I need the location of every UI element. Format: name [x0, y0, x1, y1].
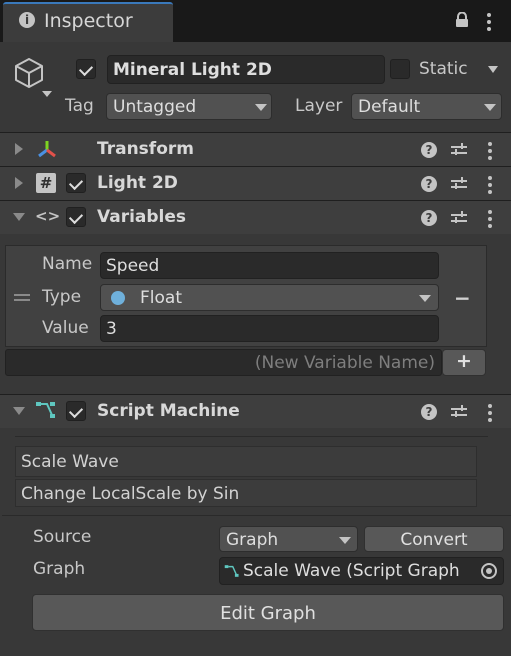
script-machine-title: Script Machine — [97, 401, 240, 421]
component-menu-icon[interactable] — [488, 404, 492, 425]
remove-variable-button[interactable]: − — [454, 286, 471, 310]
layer-dropdown[interactable]: Default — [351, 93, 502, 120]
checkmark-icon — [68, 209, 84, 225]
lock-icon[interactable] — [455, 11, 469, 28]
checkmark-icon — [68, 403, 84, 419]
var-type-label: Type — [42, 287, 82, 307]
tag-label: Tag — [65, 96, 94, 116]
icon-dropdown-caret-icon[interactable] — [42, 91, 52, 97]
transform-title: Transform — [97, 139, 194, 159]
object-picker-icon[interactable] — [481, 563, 497, 579]
info-icon: i — [19, 12, 35, 28]
script-hash-icon: # — [36, 173, 56, 193]
presets-icon[interactable] — [451, 404, 467, 420]
tag-dropdown[interactable]: Untagged — [106, 93, 272, 120]
drag-handle-icon[interactable] — [14, 294, 30, 301]
static-checkbox[interactable] — [390, 59, 410, 79]
chevron-down-icon — [339, 537, 351, 544]
chevron-down-icon — [419, 295, 431, 302]
source-label: Source — [33, 527, 92, 547]
checkmark-icon — [68, 175, 84, 191]
new-variable-name-field[interactable]: (New Variable Name) — [5, 349, 442, 376]
active-checkbox[interactable] — [76, 59, 96, 79]
layer-label: Layer — [295, 96, 343, 116]
component-menu-icon[interactable] — [488, 210, 492, 231]
divider — [2, 515, 511, 516]
tag-value: Untagged — [113, 97, 197, 117]
fold-arrow-icon[interactable] — [15, 177, 23, 189]
source-dropdown[interactable]: Graph — [219, 526, 358, 552]
presets-icon[interactable] — [451, 142, 467, 158]
layer-value: Default — [358, 97, 421, 117]
script-graph-icon — [35, 400, 57, 425]
light2d-enabled-checkbox[interactable] — [66, 173, 86, 193]
presets-icon[interactable] — [451, 210, 467, 226]
var-value-label: Value — [42, 318, 89, 338]
graph-object-field[interactable]: Scale Wave (Script Graph — [219, 557, 504, 585]
help-icon[interactable]: ? — [421, 176, 437, 192]
var-name-field[interactable]: Speed — [100, 252, 439, 279]
fold-arrow-icon[interactable] — [13, 407, 25, 415]
tab-menu-icon[interactable] — [487, 13, 491, 34]
presets-icon[interactable] — [451, 176, 467, 192]
divider — [15, 436, 488, 437]
float-type-icon — [111, 291, 125, 305]
variables-title: Variables — [97, 207, 187, 227]
graph-summary-field[interactable]: Change LocalScale by Sin — [15, 479, 477, 507]
graph-label: Graph — [33, 559, 86, 579]
chevron-down-icon — [484, 104, 496, 111]
component-menu-icon[interactable] — [488, 176, 492, 197]
light2d-title: Light 2D — [97, 173, 178, 193]
graph-object-value: Scale Wave (Script Graph — [243, 561, 460, 581]
script-graph-asset-icon — [224, 563, 240, 584]
component-menu-icon[interactable] — [488, 142, 492, 163]
help-icon[interactable]: ? — [421, 404, 437, 420]
variables-enabled-checkbox[interactable] — [66, 207, 86, 227]
fold-arrow-icon[interactable] — [13, 213, 25, 221]
static-dropdown-icon[interactable] — [488, 66, 498, 73]
var-value-field[interactable]: 3 — [100, 315, 439, 342]
source-value: Graph — [226, 530, 279, 550]
var-type-dropdown[interactable]: Float — [100, 284, 439, 311]
chevron-down-icon — [255, 104, 267, 111]
static-label: Static — [419, 59, 468, 79]
edit-graph-button[interactable]: Edit Graph — [32, 594, 504, 631]
gameobject-name-field[interactable]: Mineral Light 2D — [107, 55, 385, 84]
transform-icon — [36, 139, 58, 164]
add-variable-button[interactable]: + — [442, 349, 486, 376]
tab-inspector-label: Inspector — [44, 10, 133, 32]
script-machine-enabled-checkbox[interactable] — [66, 401, 86, 421]
var-type-value: Float — [140, 288, 182, 308]
help-icon[interactable]: ? — [421, 142, 437, 158]
fold-arrow-icon[interactable] — [15, 143, 23, 155]
graph-title-field[interactable]: Scale Wave — [15, 446, 477, 477]
help-icon[interactable]: ? — [421, 210, 437, 226]
variables-code-icon: <> — [35, 207, 61, 225]
checkmark-icon — [78, 61, 94, 77]
convert-button[interactable]: Convert — [364, 526, 504, 552]
var-name-label: Name — [42, 254, 93, 274]
gameobject-icon[interactable] — [12, 56, 46, 95]
